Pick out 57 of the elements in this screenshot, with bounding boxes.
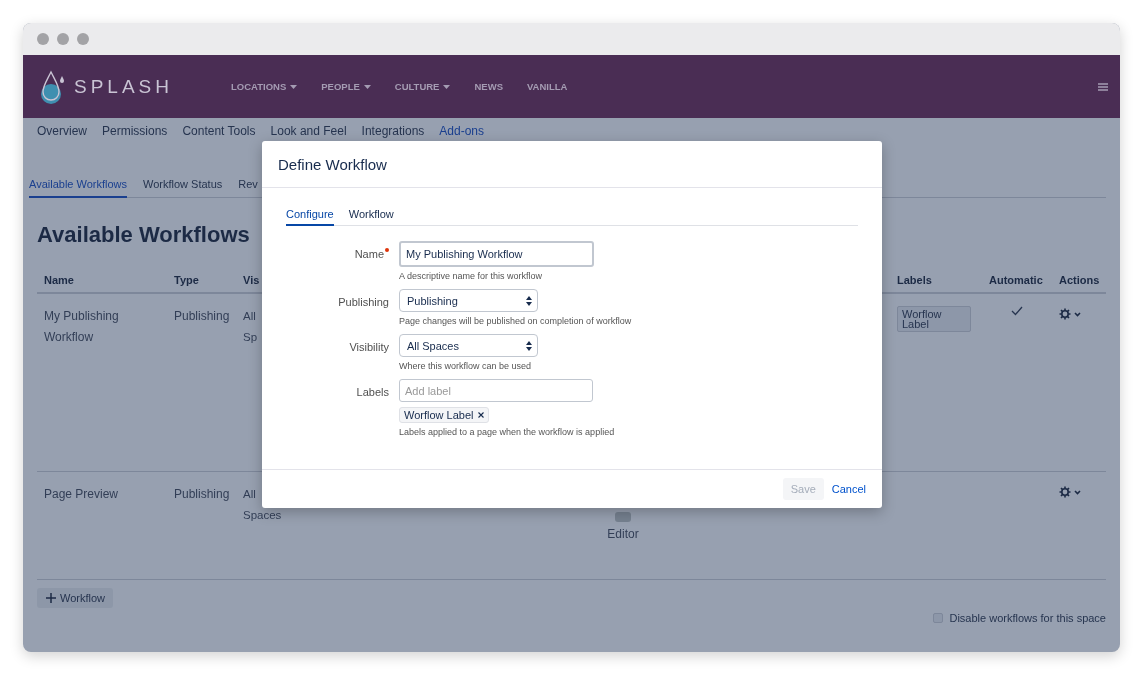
dialog-title: Define Workflow [262,141,882,188]
field-label: Labels [356,386,389,398]
space-tab[interactable]: Permissions [102,124,168,158]
table-cell: My Publishing Workflow [44,309,119,344]
close-icon[interactable] [477,412,484,418]
field-label: Name [354,248,384,260]
dialog-tab[interactable]: Workflow [348,208,394,226]
select-field[interactable]: Publishing [399,289,538,312]
name-field[interactable]: My Publishing Workflow [399,241,594,267]
table-cell: Publishing [174,309,230,323]
column-header: Type [167,266,238,294]
cancel-button[interactable]: Cancel [831,478,866,500]
column-header: Labels [890,266,982,294]
sub-tab[interactable]: Rev [238,178,258,198]
dialog-tab[interactable]: Configure [286,208,334,226]
select-arrows-icon [526,295,532,306]
page-heading: Available Workflows [37,222,251,248]
space-tab[interactable]: Overview [37,124,87,158]
help-text: Page changes will be published on completion of workflow [399,316,633,326]
nav-link[interactable]: VANILLA [526,81,568,92]
sub-tab[interactable]: Available Workflows [29,178,128,198]
field-label: Publishing [338,296,389,308]
column-header: Actions [1052,266,1106,294]
help-text: Labels applied to a page when the workflow is applied [399,427,616,437]
table-cell-text: All Sp [243,309,258,345]
window-control[interactable] [37,33,49,45]
nav-link[interactable]: PEOPLE [321,81,371,92]
checkbox-label: Disable workflows for this space [949,612,1106,624]
menu-icon[interactable] [1098,82,1108,91]
gear-dropdown-icon[interactable] [1059,486,1083,498]
nav-link[interactable]: CULTURE [394,81,451,92]
gear-dropdown-icon[interactable] [1059,308,1083,320]
nav-link[interactable]: LOCATIONS [231,81,298,92]
table-cell: Publishing [174,487,230,501]
editor-icon [614,512,632,522]
column-header: Name [37,266,167,294]
nav-link[interactable]: NEWS [474,81,503,92]
window-control[interactable] [77,33,89,45]
label-tag: Worflow Label [897,306,971,332]
space-tab[interactable]: Content Tools [182,124,256,158]
table-cell-text: All Spaces [243,487,282,523]
help-text: Where this workflow can be used [399,361,533,371]
label-input-field[interactable]: Add label [399,379,593,402]
window-control[interactable] [57,33,69,45]
sub-tab[interactable]: Workflow Status [143,178,223,198]
table-cell: Page Preview [44,487,119,501]
add-workflow-button[interactable]: Workflow [37,588,114,608]
checkbox[interactable] [933,613,944,623]
brand-name: SPLASH [74,75,173,98]
label-tag: Worflow Label [399,407,489,423]
table-cell-text: Editor [607,526,639,543]
field-label: Visibility [349,341,389,353]
help-text: A descriptive name for this workflow [399,271,544,281]
plus-icon [45,592,57,604]
column-header: Automatic [982,266,1052,294]
select-arrows-icon [526,340,532,351]
select-field[interactable]: All Spaces [399,334,538,357]
